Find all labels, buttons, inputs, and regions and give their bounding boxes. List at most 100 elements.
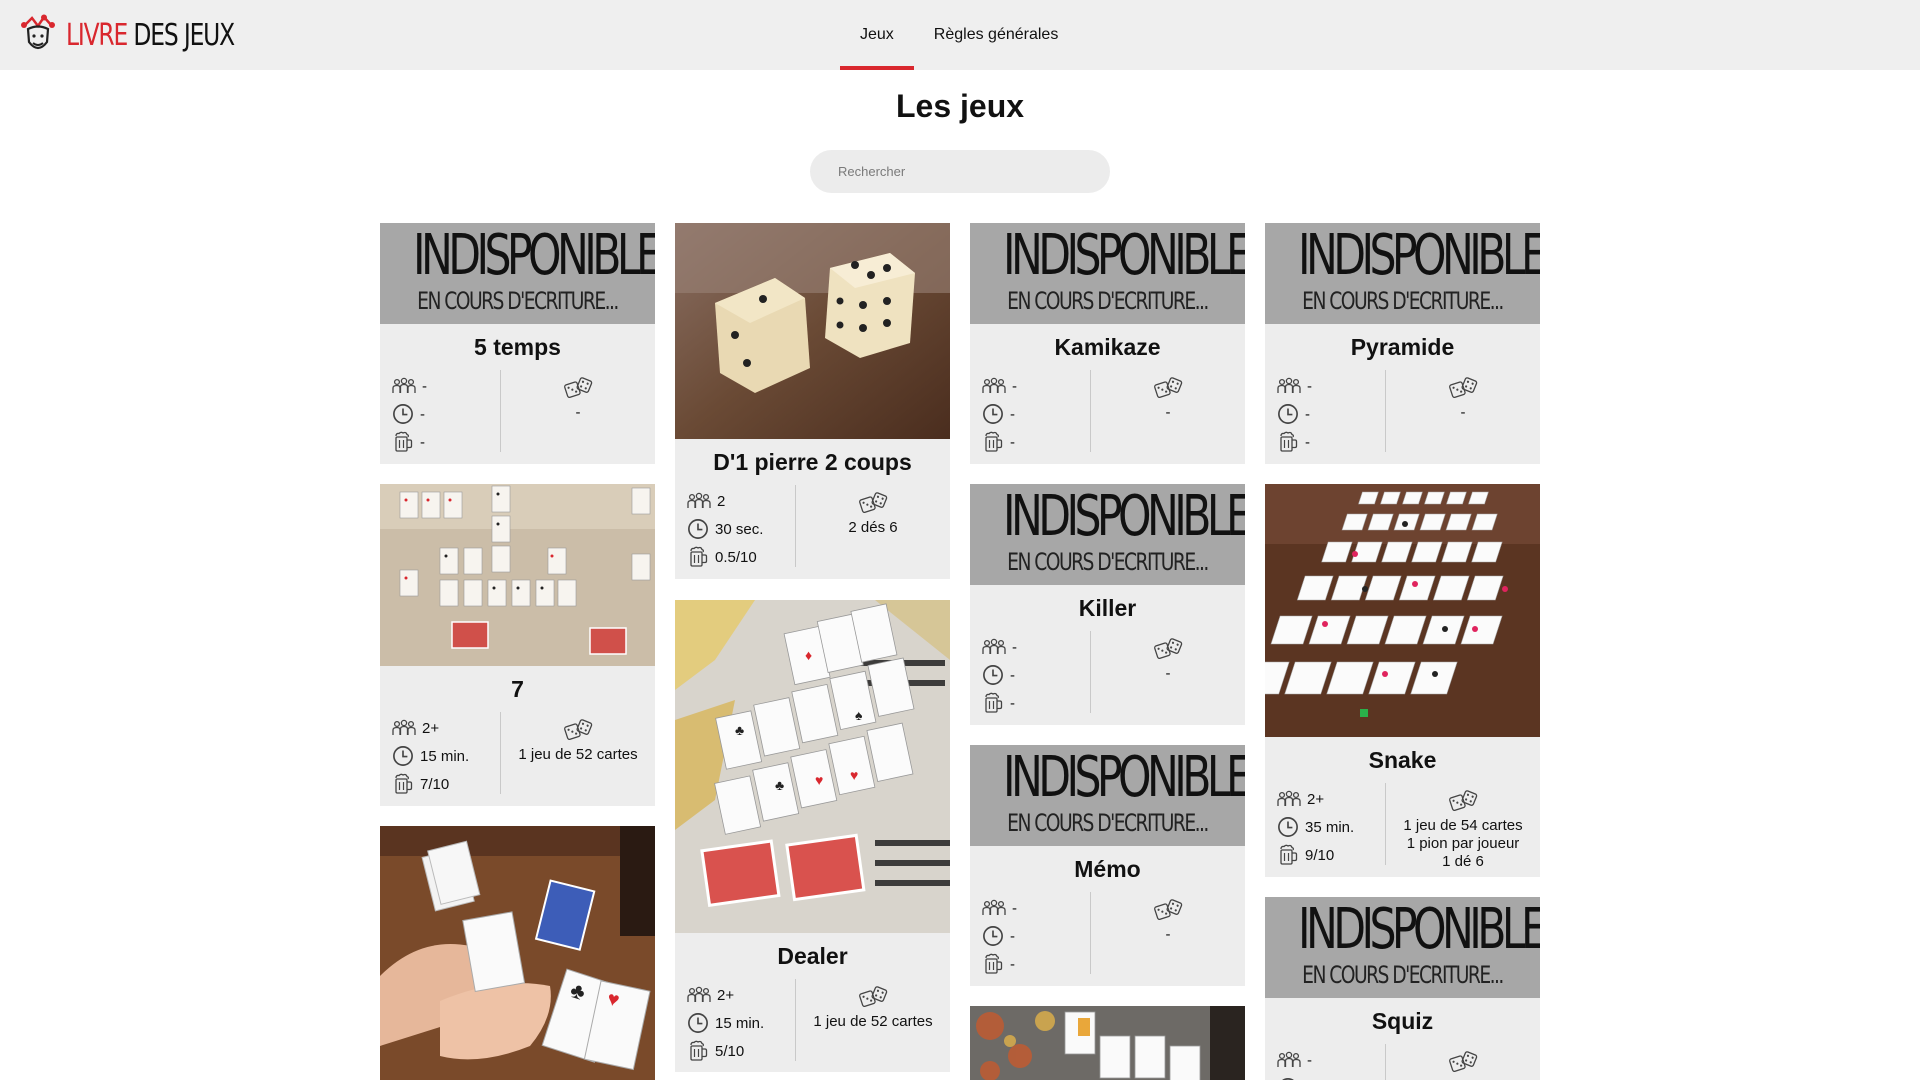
material-line: 1 jeu de 52 cartes [518,746,638,763]
game-card-5-temps[interactable]: INDISPONIBLE EN COURS D'ECRITURE... 5 te… [380,223,655,464]
unavailable-banner: INDISPONIBLE EN COURS D'ECRITURE... [1265,897,1540,998]
game-title: Kamikaze [1054,334,1161,360]
site-logo[interactable]: LIVRE DES JEUX [18,14,281,56]
dice-icon [1153,637,1183,661]
difficulty-value: - [1010,955,1015,973]
beer-mug-icon [687,1040,709,1062]
players-value: 2+ [422,719,440,737]
people-icon [1277,790,1301,808]
people-icon [687,986,711,1004]
game-card-pyramide[interactable]: INDISPONIBLE EN COURS D'ECRITURE... Pyra… [1265,223,1540,464]
people-icon [392,377,416,395]
material-line: - [575,404,581,421]
game-card-partial[interactable] [970,1006,1245,1080]
time-stat: 30 sec. [687,515,795,543]
material-stat: 1 jeu de 54 cartes 1 pion par joueur 1 d… [1386,785,1540,871]
cards-table-photo: ♣ ♣ ♠ ♥ ♥ ♦ [675,600,950,933]
nav-tab-jeux[interactable]: Jeux [840,0,914,70]
people-icon [1277,1051,1301,1069]
difficulty-stat: - [982,689,1090,717]
players-stat: 2+ [687,981,795,1009]
game-card-dealer[interactable]: ♣ ♣ ♠ ♥ ♥ ♦ Dealer 2+ 15 min. 5/10 1 jeu de … [675,600,950,1072]
svg-text:♥: ♥ [815,772,823,788]
dice-icon [1153,376,1183,400]
material-stat: - [1091,633,1245,717]
players-value: - [1012,899,1017,917]
game-card-hands[interactable]: ♣ ♥ [380,826,655,1080]
time-value: 15 min. [420,747,470,765]
people-icon [687,492,711,510]
top-header: LIVRE DES JEUX Jeux Règles générales [0,0,1920,70]
game-card-7[interactable]: 7 2+ 15 min. 7/10 1 jeu de 52 cartes [380,484,655,806]
game-stats: 2+ 15 min. 5/10 1 jeu de 52 cartes [675,973,950,1065]
dice-icon [1448,1050,1478,1074]
difficulty-value: - [1305,433,1310,451]
game-stats: 2 30 sec. 0.5/10 2 dés 6 [675,479,950,571]
people-icon [1277,377,1301,395]
people-icon [982,377,1006,395]
logo-word-livre: LIVRE [66,17,128,53]
people-icon [392,719,416,737]
time-value: 30 sec. [715,520,764,538]
banner-subtitle: EN COURS D'ECRITURE... [1007,809,1209,837]
players-value: 2+ [717,986,735,1004]
difficulty-stat: - [392,428,500,456]
players-stat: - [392,372,500,400]
players-value: - [1012,638,1017,656]
game-card-killer[interactable]: INDISPONIBLE EN COURS D'ECRITURE... Kill… [970,484,1245,725]
time-value: 35 min. [1305,818,1355,836]
banner-subtitle: EN COURS D'ECRITURE... [1302,287,1504,315]
time-stat: - [982,922,1090,950]
banner-subtitle: EN COURS D'ECRITURE... [1302,961,1504,989]
game-card-kamikaze[interactable]: INDISPONIBLE EN COURS D'ECRITURE... Kami… [970,223,1245,464]
game-card-snake[interactable]: Snake 2+ 35 min. 9/10 1 jeu de 54 cartes… [1265,484,1540,877]
players-stat: - [982,633,1090,661]
difficulty-stat: - [982,428,1090,456]
search-input[interactable] [810,150,1110,193]
dice-icon [563,718,593,742]
page-title: Les jeux [895,88,1025,124]
time-value: - [1010,666,1015,684]
difficulty-stat: - [982,950,1090,978]
svg-text:♥: ♥ [850,767,858,783]
beer-mug-icon [982,692,1004,714]
game-stats: - [1265,1038,1540,1080]
players-stat: - [982,372,1090,400]
people-icon [982,899,1006,917]
game-card-memo[interactable]: INDISPONIBLE EN COURS D'ECRITURE... Mémo… [970,745,1245,986]
game-stats: 2+ 15 min. 7/10 1 jeu de 52 cartes [380,706,655,798]
game-title: Snake [1368,747,1437,773]
players-stat: 2+ [1277,785,1385,813]
clock-icon [687,518,709,540]
material-stat: 1 jeu de 52 cartes [796,981,950,1065]
cards-grid-photo [1265,484,1540,737]
game-title: Pyramide [1350,334,1455,360]
game-stats: 2+ 35 min. 9/10 1 jeu de 54 cartes 1 pio… [1265,777,1540,871]
game-card-d1-pierre-2-coups[interactable]: D'1 pierre 2 coups 2 30 sec. 0.5/10 2 dé… [675,223,950,579]
dice-icon [858,985,888,1009]
dice-icon [858,491,888,515]
svg-text:♣: ♣ [735,722,744,738]
time-value: 15 min. [715,1014,765,1032]
nav-tab-regles-generales[interactable]: Règles générales [914,0,1079,70]
banner-subtitle: EN COURS D'ECRITURE... [417,287,619,315]
game-title: Mémo [1074,856,1141,882]
beer-mug-icon [1277,844,1299,866]
banner-title: INDISPONIBLE [1298,897,1540,962]
dice-icon [1153,898,1183,922]
beer-mug-icon [687,546,709,568]
difficulty-value: 7/10 [420,775,450,793]
dice-photo [675,223,950,439]
difficulty-stat: 0.5/10 [687,543,795,571]
players-value: - [1012,377,1017,395]
unavailable-banner: INDISPONIBLE EN COURS D'ECRITURE... [1265,223,1540,324]
game-stats: - - - - [1265,364,1540,456]
material-stat: - [1091,894,1245,978]
material-line: 1 dé 6 [1442,853,1484,870]
material-line: - [1460,404,1466,421]
game-stats: - - - - [970,364,1245,456]
dice-icon [1448,789,1478,813]
material-line: 1 jeu de 52 cartes [813,1013,933,1030]
beer-mug-icon [1277,431,1299,453]
game-card-squiz[interactable]: INDISPONIBLE EN COURS D'ECRITURE... Squi… [1265,897,1540,1080]
